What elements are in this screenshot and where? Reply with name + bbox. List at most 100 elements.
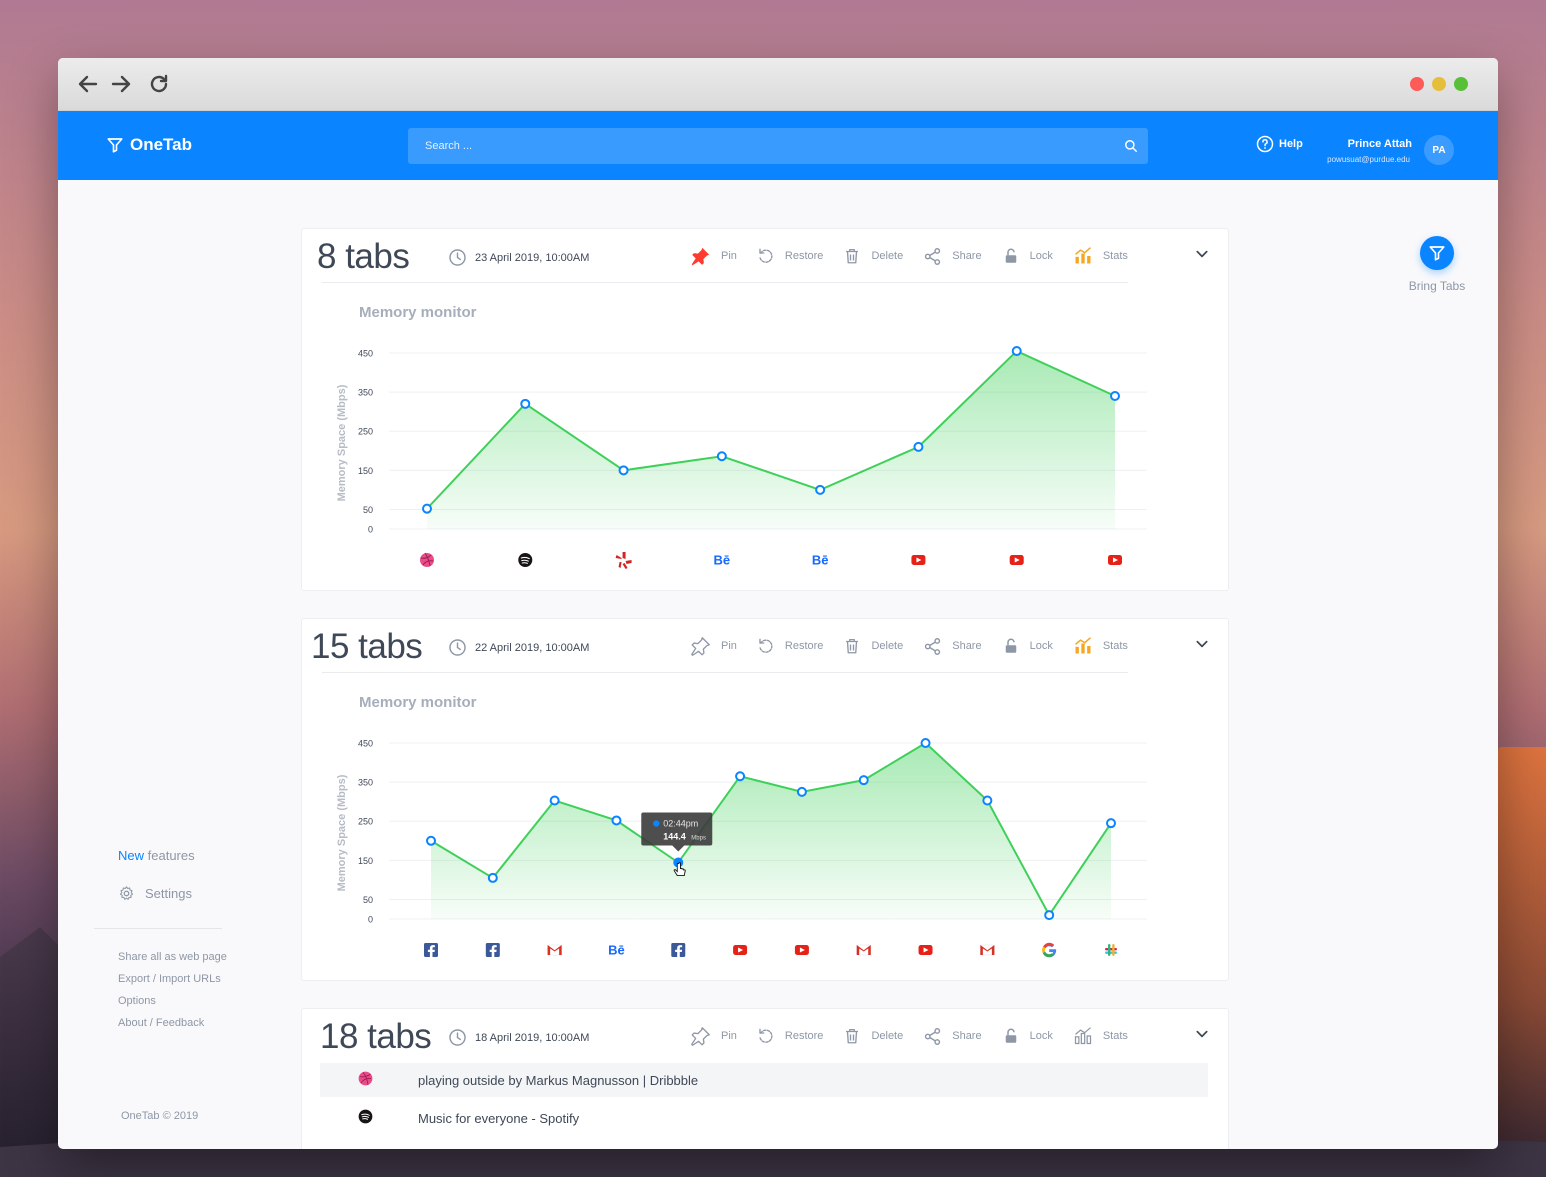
bring-tabs: Bring Tabs [1404, 236, 1470, 293]
new-label: New [118, 848, 145, 863]
gmail-icon [856, 944, 872, 956]
sidebar-links: Share all as web page Export / Import UR… [118, 951, 288, 1029]
behance-icon: Bē [812, 553, 829, 568]
tooltip-dot [653, 820, 660, 827]
y-axis-label: Memory Space (Mbps) [336, 774, 348, 891]
google-icon [1042, 942, 1057, 958]
yelp-icon [615, 552, 632, 569]
back-arrow-icon[interactable] [76, 72, 102, 98]
pin-label: Pin [721, 1030, 737, 1042]
spotify-icon [518, 553, 533, 567]
forward-arrow-icon[interactable] [109, 72, 135, 98]
settings-label: Settings [145, 886, 192, 901]
y-tick-label: 0 [368, 525, 373, 535]
close-window-button[interactable] [1410, 77, 1424, 91]
pin-button[interactable]: Pin [690, 1025, 737, 1047]
share-label: Share [952, 1030, 982, 1042]
dribbble-icon [320, 1071, 418, 1089]
avatar[interactable]: PA [1424, 135, 1454, 165]
restore-button[interactable]: Restore [757, 1025, 823, 1047]
lock-label: Lock [1029, 1030, 1053, 1042]
minimize-window-button[interactable] [1432, 77, 1446, 91]
stats-button[interactable]: Stats [1073, 1025, 1128, 1047]
tooltip-time: 02:44pm [663, 819, 698, 829]
app-header: OneTab Help Prince Attah powusuat@purdue… [58, 111, 1498, 180]
delete-label: Delete [871, 1030, 904, 1042]
app-logo[interactable]: OneTab [106, 135, 192, 155]
svg-text:Bē: Bē [714, 553, 731, 568]
lock-button[interactable]: Lock [1002, 1025, 1053, 1047]
funnel-icon [107, 138, 123, 153]
user-name: Prince Attah [1347, 138, 1412, 150]
y-tick-label: 450 [358, 739, 373, 749]
youtube-icon [1108, 555, 1122, 565]
help-button[interactable]: Help [1256, 135, 1303, 153]
y-tick-label: 450 [358, 349, 373, 359]
y-tick-label: 50 [363, 505, 373, 515]
data-point [796, 786, 807, 797]
list-item[interactable]: Music for everyone - Spotify [320, 1101, 1208, 1135]
tab-group-header: 18 tabs 18 April 2019, 10:00AM Pin Resto… [302, 1009, 1228, 1063]
trash-icon [846, 1028, 859, 1044]
series-area [431, 743, 1111, 919]
youtube-icon [794, 945, 809, 955]
tab-group-card: 15 tabs 22 April 2019, 10:00AM Pin Resto… [301, 618, 1229, 981]
features-label: features [147, 848, 195, 863]
search-input[interactable] [408, 128, 1148, 164]
share-icon [925, 1027, 941, 1045]
y-tick-label: 150 [358, 856, 373, 866]
data-point [735, 771, 746, 782]
question-icon [1256, 135, 1274, 153]
youtube-icon [733, 945, 748, 955]
y-tick-label: 350 [358, 778, 373, 788]
gear-icon [119, 886, 134, 900]
about-feedback-link[interactable]: About / Feedback [118, 1017, 288, 1029]
new-features-link[interactable]: New features [118, 848, 288, 863]
browser-toolbar [58, 58, 1498, 111]
data-point [618, 465, 629, 476]
chevron-down-icon[interactable] [1195, 1027, 1209, 1046]
stats-label: Stats [1102, 1030, 1128, 1042]
y-tick-label: 250 [358, 427, 373, 437]
data-point [611, 815, 622, 826]
memory-chart: 0 50 150 250 350 450 Memory Space (Mbps) Bē 02:4… [336, 738, 1147, 958]
sidebar-divider [94, 928, 222, 929]
tab-title: Music for everyone - Spotify [418, 1110, 580, 1126]
data-point [1110, 391, 1120, 402]
data-point [982, 795, 993, 806]
series-area [427, 351, 1115, 529]
gmail-icon [980, 944, 995, 956]
maximize-window-button[interactable] [1454, 77, 1468, 91]
tab-group-card: 8 tabs 23 April 2019, 10:00AM Pin Restor… [301, 228, 1229, 591]
data-point [858, 775, 869, 786]
y-axis-label: Memory Space (Mbps) [336, 384, 348, 501]
y-tick-label: 0 [368, 915, 373, 925]
facebook-icon [671, 943, 686, 957]
delete-button[interactable]: Delete [843, 1025, 903, 1047]
stats-icon [1074, 1027, 1091, 1045]
facebook-icon [485, 943, 500, 957]
reload-icon[interactable] [147, 72, 173, 98]
options-link[interactable]: Options [118, 995, 288, 1007]
share-button[interactable]: Share [923, 1025, 982, 1047]
tooltip-arrow [672, 845, 685, 852]
group-actions: Pin Restore Delete Share Lock Stats [690, 1025, 1148, 1047]
app-name: OneTab [130, 135, 193, 154]
group-date: 18 April 2019, 10:00AM [448, 1028, 589, 1047]
browser-window: OneTab Help Prince Attah powusuat@purdue… [58, 58, 1498, 1149]
data-point [487, 872, 498, 883]
search-icon[interactable] [1124, 139, 1138, 158]
restore-icon [759, 1028, 773, 1043]
list-item[interactable]: playing outside by Markus Magnusson | Dr… [320, 1063, 1208, 1097]
y-tick-label: 50 [363, 895, 373, 905]
data-point [1106, 818, 1116, 829]
sidebar: New features Settings Share all as web p… [94, 848, 288, 1039]
share-web-page-link[interactable]: Share all as web page [118, 951, 288, 963]
bring-tabs-button[interactable] [1420, 236, 1454, 270]
svg-text:Bē: Bē [608, 943, 625, 958]
export-import-link[interactable]: Export / Import URLs [118, 973, 288, 985]
slack-icon [1105, 944, 1117, 956]
youtube-icon [918, 945, 933, 955]
settings-link[interactable]: Settings [118, 885, 288, 902]
tab-count: 18 tabs [320, 1017, 432, 1056]
